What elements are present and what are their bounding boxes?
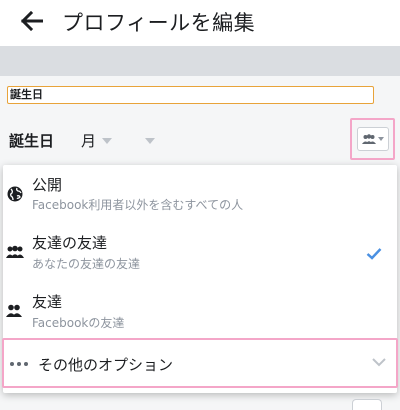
page-title: プロフィールを編集	[62, 11, 256, 35]
option-subtitle: Facebookの友達	[32, 316, 125, 330]
month-label: 月	[81, 132, 97, 150]
more-options-row[interactable]: その他のオプション	[2, 338, 398, 388]
option-title: 友達	[32, 293, 63, 311]
back-button[interactable]	[18, 9, 46, 33]
header-divider-band	[0, 46, 400, 76]
option-title: 公開	[32, 176, 63, 194]
option-subtitle: Facebook利用者以外を含むすべての人	[32, 198, 244, 212]
option-subtitle: あなたの友達の友達	[32, 257, 141, 271]
friends-icon	[6, 304, 22, 317]
more-options-label: その他のオプション	[38, 356, 174, 374]
arrow-left-icon	[21, 11, 43, 31]
audience-option-public[interactable]: 公開 Facebook利用者以外を含むすべての人	[0, 170, 394, 218]
month-caret-icon	[102, 137, 113, 144]
audience-option-friends-of-friends[interactable]: 友達の友達 あなたの友達の友達	[0, 229, 394, 279]
chevron-down-icon	[372, 358, 386, 367]
field-label-highlight: 誕生日	[7, 86, 374, 104]
ellipsis-icon	[10, 362, 28, 366]
partial-bottom-button[interactable]	[352, 399, 382, 410]
option-title: 友達の友達	[32, 234, 108, 252]
globe-icon	[7, 186, 23, 202]
friends-of-friends-icon	[361, 134, 376, 144]
audience-selector-inner	[356, 127, 389, 151]
audience-selector-button[interactable]	[350, 118, 395, 160]
birthday-label: 誕生日	[9, 132, 55, 150]
friends-of-friends-icon	[6, 245, 24, 258]
audience-option-friends[interactable]: 友達 Facebookの友達	[0, 288, 394, 336]
app-header: プロフィールを編集	[0, 0, 400, 46]
check-icon	[366, 248, 382, 260]
month-select[interactable]: 月	[81, 130, 113, 151]
day-select-caret-icon[interactable]	[145, 138, 155, 144]
audience-caret-icon	[377, 137, 384, 141]
